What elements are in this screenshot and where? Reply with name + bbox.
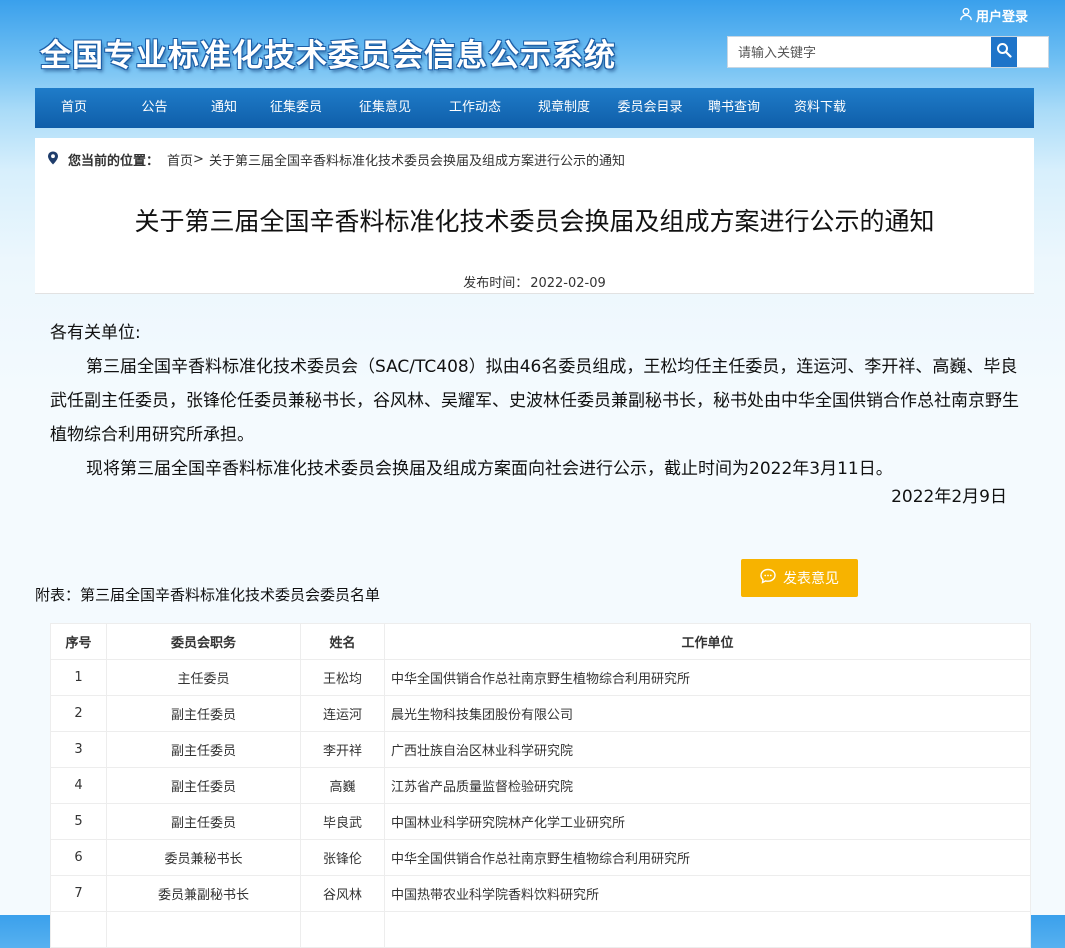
table-row: 7 委员兼副秘书长 谷风林 中国热带农业科学院香料饮料研究所 (50, 875, 1031, 912)
publish-label: 发布时间： (463, 276, 529, 291)
article-header-panel: 您当前的位置： 首页 > 关于第三届全国辛香料标准化技术委员会换届及组成方案进行… (35, 138, 1034, 294)
cell-unit (384, 911, 1031, 948)
member-table: 序号 委员会职务 姓名 工作单位 1 主任委员 王松均 中华全国供销合作总社南京… (50, 623, 1031, 948)
table-row: 6 委员兼秘书长 张锋伦 中华全国供销合作总社南京野生植物综合利用研究所 (50, 839, 1031, 876)
publish-info: 发布时间： 2022-02-09 (35, 272, 1034, 291)
nav-item-announcements[interactable]: 公告 (113, 88, 196, 128)
salutation: 各有关单位: (50, 323, 141, 343)
cell-unit: 中华全国供销合作总社南京野生植物综合利用研究所 (384, 839, 1031, 876)
feedback-button-label: 发表意见 (783, 571, 839, 587)
user-icon (959, 7, 973, 25)
cell-position: 副主任委员 (106, 803, 301, 840)
nav-item-home[interactable]: 首页 (35, 88, 113, 128)
cell-name: 高巍 (300, 767, 385, 804)
table-header-row: 序号 委员会职务 姓名 工作单位 (50, 623, 1031, 660)
cell-index (50, 911, 107, 948)
cell-unit: 广西壮族自治区林业科学研究院 (384, 731, 1031, 768)
cell-name: 连运河 (300, 695, 385, 732)
table-row: 2 副主任委员 连运河 晨光生物科技集团股份有限公司 (50, 695, 1031, 732)
cell-unit: 中国热带农业科学院香料饮料研究所 (384, 875, 1031, 912)
column-header-unit: 工作单位 (384, 623, 1031, 660)
cell-position: 副主任委员 (106, 731, 301, 768)
nav-item-work-news[interactable]: 工作动态 (430, 88, 520, 128)
column-header-name: 姓名 (300, 623, 385, 660)
cell-unit: 江苏省产品质量监督检验研究院 (384, 767, 1031, 804)
cell-index: 4 (50, 767, 107, 804)
nav-item-notices[interactable]: 通知 (196, 88, 252, 128)
cell-name (300, 911, 385, 948)
main-content: 您当前的位置： 首页 > 关于第三届全国辛香料标准化技术委员会换届及组成方案进行… (35, 138, 1034, 948)
signature-date: 2022年2月9日 (891, 487, 1007, 507)
table-row: 3 副主任委员 李开祥 广西壮族自治区林业科学研究院 (50, 731, 1031, 768)
header-divider (35, 293, 1034, 294)
search-icon (996, 42, 1012, 62)
search-button[interactable] (991, 37, 1017, 67)
cell-index: 1 (50, 659, 107, 696)
body-paragraph-2: 现将第三届全国辛香料标准化技术委员会换届及组成方案面向社会进行公示，截止时间为2… (86, 459, 893, 479)
nav-item-committee-directory[interactable]: 委员会目录 (608, 88, 692, 128)
breadcrumb: 您当前的位置： 首页 > 关于第三届全国辛香料标准化技术委员会换届及组成方案进行… (47, 150, 625, 169)
cell-name: 谷风林 (300, 875, 385, 912)
cell-name: 王松均 (300, 659, 385, 696)
cell-name: 毕良武 (300, 803, 385, 840)
search-box (727, 36, 1049, 68)
user-login-link[interactable]: 用户登录 (959, 6, 1028, 25)
cell-position (106, 911, 301, 948)
article-title: 关于第三届全国辛香料标准化技术委员会换届及组成方案进行公示的通知 (134, 207, 935, 236)
cell-unit: 中国林业科学研究院林产化学工业研究所 (384, 803, 1031, 840)
cell-position: 副主任委员 (106, 695, 301, 732)
cell-index: 3 (50, 731, 107, 768)
cell-unit: 中华全国供销合作总社南京野生植物综合利用研究所 (384, 659, 1031, 696)
nav-item-opinion-solicit[interactable]: 征集意见 (340, 88, 430, 128)
cell-position: 副主任委员 (106, 767, 301, 804)
cell-position: 主任委员 (106, 659, 301, 696)
body-paragraph-1: 第三届全国辛香料标准化技术委员会（SAC/TC408）拟由46名委员组成，王松均… (50, 357, 1019, 445)
cell-position: 委员兼秘书长 (106, 839, 301, 876)
nav-item-member-recruit[interactable]: 征集委员 (252, 88, 340, 128)
nav-item-downloads[interactable]: 资料下载 (776, 88, 864, 128)
cell-index: 2 (50, 695, 107, 732)
site-header: 用户登录 全国专业标准化技术委员会信息公示系统 (0, 0, 1065, 88)
breadcrumb-lead: 您当前的位置： (68, 154, 160, 169)
nav-item-certificate-query[interactable]: 聘书查询 (692, 88, 776, 128)
feedback-button[interactable]: 发表意见 (741, 559, 858, 597)
cell-name: 李开祥 (300, 731, 385, 768)
cell-name: 张锋伦 (300, 839, 385, 876)
nav-item-regulations[interactable]: 规章制度 (520, 88, 608, 128)
table-row: 4 副主任委员 高巍 江苏省产品质量监督检验研究院 (50, 767, 1031, 804)
location-pin-icon (47, 151, 68, 169)
table-row: 5 副主任委员 毕良武 中国林业科学研究院林产化学工业研究所 (50, 803, 1031, 840)
breadcrumb-home-link[interactable]: 首页 (167, 150, 193, 169)
publish-date: 2022-02-09 (530, 276, 606, 291)
cell-position: 委员兼副秘书长 (106, 875, 301, 912)
table-row (50, 911, 1031, 948)
comment-icon (760, 568, 783, 588)
column-header-index: 序号 (50, 623, 107, 660)
article-body: 各有关单位: 第三届全国辛香料标准化技术委员会（SAC/TC408）拟由46名委… (50, 316, 1025, 486)
table-row: 1 主任委员 王松均 中华全国供销合作总社南京野生植物综合利用研究所 (50, 659, 1031, 696)
user-login-label: 用户登录 (975, 10, 1028, 25)
cell-index: 5 (50, 803, 107, 840)
column-header-position: 委员会职务 (106, 623, 301, 660)
cell-unit: 晨光生物科技集团股份有限公司 (384, 695, 1031, 732)
main-nav: 首页 公告 通知 征集委员 征集意见 工作动态 规章制度 委员会目录 聘书查询 … (35, 88, 1034, 128)
attachment-title: 附表：第三届全国辛香料标准化技术委员会委员名单 (35, 586, 381, 604)
cell-index: 7 (50, 875, 107, 912)
search-input[interactable] (738, 41, 996, 65)
cell-index: 6 (50, 839, 107, 876)
breadcrumb-current: 关于第三届全国辛香料标准化技术委员会换届及组成方案进行公示的通知 (208, 154, 625, 169)
site-title: 全国专业标准化技术委员会信息公示系统 (40, 38, 616, 74)
breadcrumb-separator: > (193, 152, 204, 167)
